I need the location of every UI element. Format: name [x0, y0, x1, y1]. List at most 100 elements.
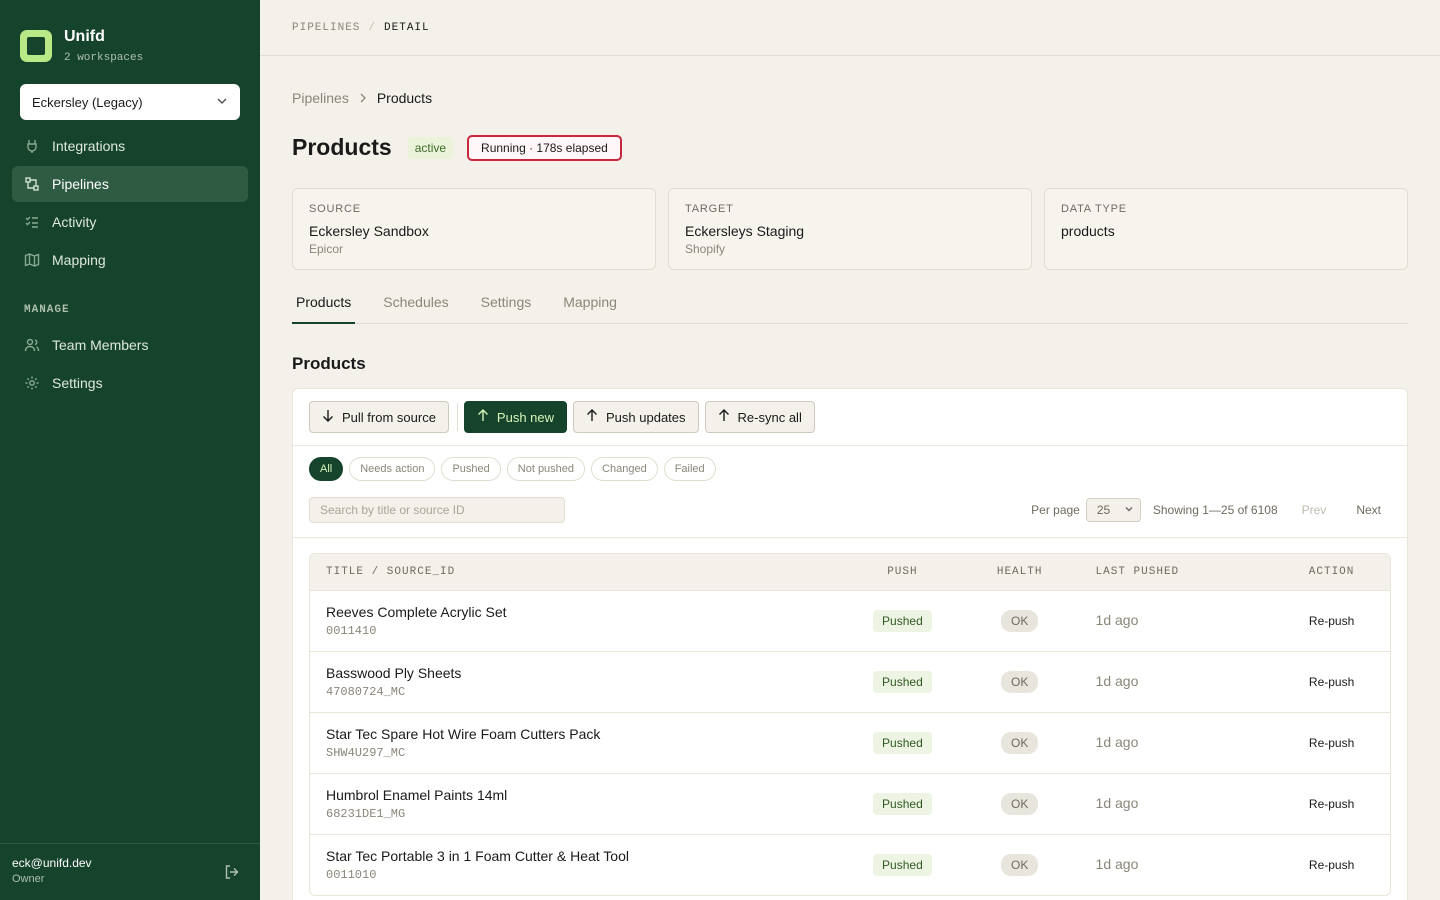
page-title: Products [292, 134, 392, 160]
header-last-pushed: LAST PUSHED [1095, 566, 1180, 578]
button-label: Pull from source [342, 409, 436, 425]
source-id: 0011010 [326, 868, 377, 882]
sidebar-item-team-members[interactable]: Team Members [12, 327, 248, 363]
push-updates-button[interactable]: Push updates [573, 401, 699, 433]
chevron-down-icon [1124, 503, 1134, 517]
per-page-select[interactable]: 25 [1085, 498, 1141, 522]
sidebar-item-integrations[interactable]: Integrations [12, 128, 248, 164]
push-status-badge: Pushed [873, 732, 932, 754]
card-label: DATA TYPE [1061, 203, 1127, 215]
source-id: 68231DE1_MG [326, 807, 406, 821]
repush-button[interactable]: Re-push [1309, 797, 1354, 811]
filter-chips: All Needs action Pushed Not pushed Chang… [309, 457, 722, 481]
filter-pushed[interactable]: Pushed [441, 457, 501, 481]
toolbar-divider [456, 403, 458, 431]
workspace-select[interactable]: Eckersley (Legacy) [20, 84, 240, 120]
action-toolbar: Pull from source Push new Push updates R [293, 389, 1407, 446]
table-row[interactable]: Reeves Complete Acrylic Set 0011410 Push… [310, 590, 1390, 651]
logo-icon [20, 30, 52, 62]
brand-subtitle: 2 workspaces [64, 52, 144, 64]
sidebar-item-settings[interactable]: Settings [12, 365, 248, 401]
primary-nav: Integrations Pipelines Activity Mapping [12, 128, 248, 280]
filter-not-pushed[interactable]: Not pushed [506, 457, 586, 481]
filter-all[interactable]: All [309, 457, 344, 481]
next-page-button[interactable]: Next [1356, 503, 1381, 517]
title-row: Products active Running · 178s elapsed [292, 134, 622, 161]
push-new-button[interactable]: Push new [463, 401, 568, 433]
per-page-label: Per page [1031, 503, 1080, 517]
last-pushed: 1d ago [1095, 673, 1139, 689]
topbar-breadcrumb: PIPELINES / DETAIL [260, 0, 1440, 56]
tabs: Products Schedules Settings Mapping [292, 294, 1408, 324]
table-header: TITLE / SOURCE_ID PUSH HEALTH LAST PUSHE… [310, 554, 1390, 590]
topbar-current: DETAIL [384, 21, 430, 34]
source-card: SOURCE Eckersley Sandbox Epicor [292, 188, 656, 270]
source-id: 0011410 [326, 624, 377, 638]
last-pushed: 1d ago [1095, 795, 1139, 811]
card-label: TARGET [685, 203, 734, 215]
tab-settings[interactable]: Settings [477, 294, 536, 324]
tab-schedules[interactable]: Schedules [379, 294, 452, 324]
repush-button[interactable]: Re-push [1309, 675, 1354, 689]
table-row[interactable]: Star Tec Spare Hot Wire Foam Cutters Pac… [310, 712, 1390, 773]
push-status-badge: Pushed [873, 793, 932, 815]
table-row[interactable]: Basswood Ply Sheets 47080724_MC Pushed O… [310, 651, 1390, 712]
breadcrumb: Pipelines Products [292, 90, 432, 106]
tab-products[interactable]: Products [292, 294, 356, 324]
logout-icon[interactable] [224, 864, 240, 885]
topbar-separator: / [368, 21, 377, 34]
header-action: ACTION [1308, 566, 1355, 578]
per-page-value: 25 [1096, 503, 1111, 517]
button-label: Push updates [606, 409, 686, 425]
arrow-up-icon [718, 409, 730, 425]
user-footer: eck@unifd.dev Owner [0, 843, 260, 900]
header-health: HEALTH [996, 566, 1043, 578]
resync-all-button[interactable]: Re-sync all [704, 401, 815, 433]
repush-button[interactable]: Re-push [1309, 736, 1354, 750]
product-title: Star Tec Portable 3 in 1 Foam Cutter & H… [326, 848, 629, 864]
gear-icon [24, 375, 40, 391]
repush-button[interactable]: Re-push [1309, 858, 1354, 872]
card-sub: Shopify [685, 242, 726, 256]
tab-mapping[interactable]: Mapping [559, 294, 621, 324]
filter-failed[interactable]: Failed [663, 457, 716, 481]
filter-needs-action[interactable]: Needs action [349, 457, 436, 481]
breadcrumb-parent[interactable]: Pipelines [292, 90, 349, 106]
table-row[interactable]: Star Tec Portable 3 in 1 Foam Cutter & H… [310, 834, 1390, 895]
plug-icon [24, 138, 40, 154]
sidebar-item-mapping[interactable]: Mapping [12, 242, 248, 278]
card-value: Eckersley Sandbox [309, 223, 429, 239]
button-label: Re-sync all [737, 409, 802, 425]
sidebar-item-label: Mapping [52, 252, 106, 268]
health-badge: OK [1001, 793, 1039, 815]
pull-from-source-button[interactable]: Pull from source [309, 401, 449, 433]
filter-changed[interactable]: Changed [591, 457, 658, 481]
push-status-badge: Pushed [873, 610, 932, 632]
map-icon [24, 252, 40, 268]
health-badge: OK [1001, 671, 1039, 693]
search-input[interactable] [309, 497, 565, 523]
sidebar-item-activity[interactable]: Activity [12, 204, 248, 240]
pipeline-icon [24, 176, 40, 192]
sidebar-item-pipelines[interactable]: Pipelines [12, 166, 248, 202]
products-table: TITLE / SOURCE_ID PUSH HEALTH LAST PUSHE… [309, 553, 1391, 896]
last-pushed: 1d ago [1095, 612, 1139, 628]
users-icon [24, 337, 40, 353]
product-title: Humbrol Enamel Paints 14ml [326, 787, 508, 803]
workspace-select-value: Eckersley (Legacy) [32, 94, 143, 110]
brand-name: Unifd [64, 28, 105, 45]
repush-button[interactable]: Re-push [1309, 614, 1354, 628]
manage-nav: Team Members Settings [12, 327, 248, 403]
sidebar-item-label: Activity [52, 214, 97, 230]
product-title: Basswood Ply Sheets [326, 665, 462, 681]
arrow-up-icon [477, 409, 489, 425]
card-value: products [1061, 223, 1115, 239]
topbar-root[interactable]: PIPELINES [292, 22, 360, 34]
sidebar-item-label: Pipelines [52, 176, 109, 192]
last-pushed: 1d ago [1095, 856, 1139, 872]
prev-page-button[interactable]: Prev [1302, 503, 1327, 517]
button-label: Push new [496, 409, 555, 425]
last-pushed: 1d ago [1095, 734, 1139, 750]
table-row[interactable]: Humbrol Enamel Paints 14ml 68231DE1_MG P… [310, 773, 1390, 834]
chevron-down-icon [216, 95, 228, 110]
